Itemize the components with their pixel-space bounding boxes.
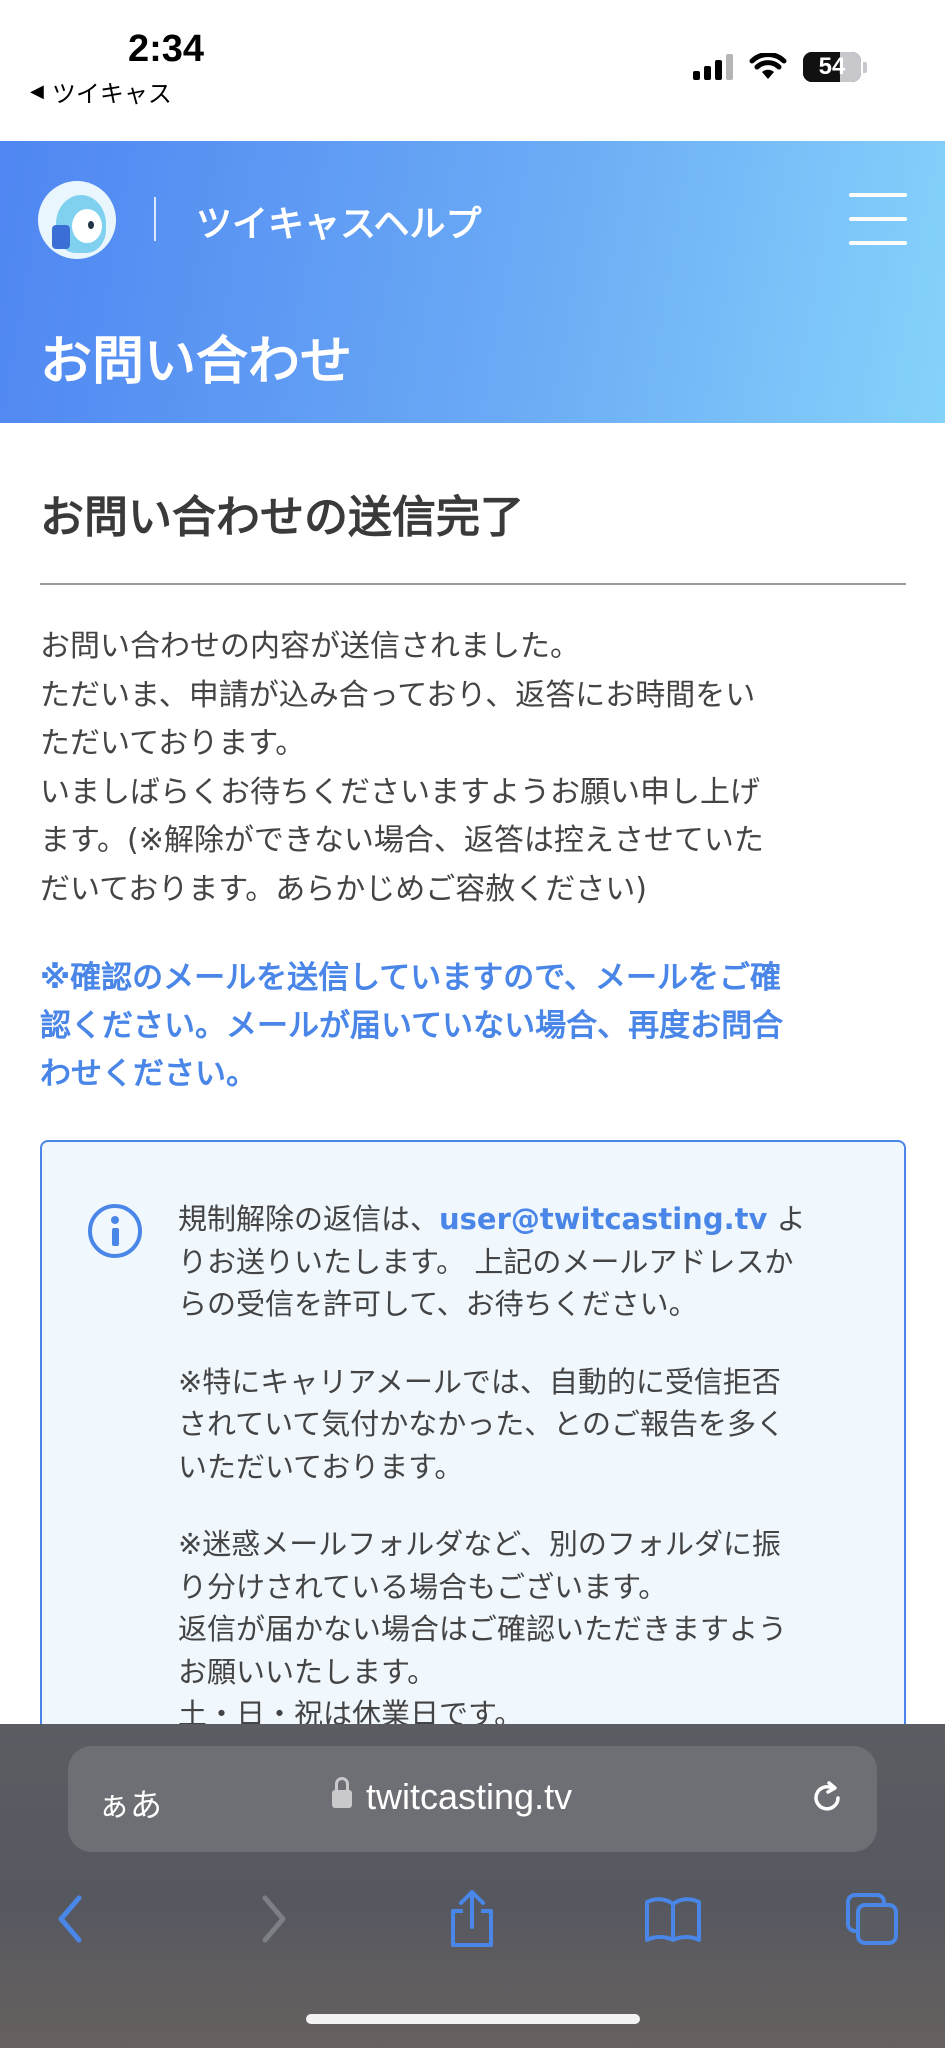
- notice-line: 認ください。メールが届いていない場合、再度お問合: [40, 1008, 784, 1044]
- back-triangle-icon: ◀: [30, 81, 44, 102]
- message-line: お問い合わせの内容が送信されました。: [40, 629, 580, 664]
- info-line: 規制解除の返信は、user@twitcasting.tv よ: [178, 1198, 878, 1241]
- info-line: されていて気付かなかった、とのご報告を多く: [178, 1407, 785, 1441]
- page-heading: お問い合わせ: [40, 332, 353, 392]
- wifi-icon: [749, 53, 787, 79]
- url-text[interactable]: twitcasting.tv: [366, 1776, 572, 1818]
- info-line-prefix: 規制解除の返信は、: [178, 1202, 440, 1236]
- battery-level: 54: [818, 53, 846, 80]
- info-line: 返信が届かない場合はご確認いただきますよう: [178, 1612, 788, 1646]
- info-text: 規制解除の返信は、user@twitcasting.tv よ りお送りいたします…: [178, 1198, 878, 1736]
- site-title[interactable]: ツイキャスヘルプ: [196, 195, 481, 247]
- info-line: いただいております。: [178, 1449, 464, 1484]
- message-line: ただいま、申請が込み合っており、返答にお時間をい: [40, 677, 756, 713]
- bookmarks-icon[interactable]: [643, 1884, 703, 1954]
- info-line: ※特にキャリアメールでは、自動的に受信拒否: [178, 1364, 781, 1399]
- home-indicator: [306, 2014, 640, 2024]
- info-line: らの受信を許可して、お待ちください。: [178, 1287, 698, 1321]
- back-app-label: ツイキャス: [51, 80, 172, 108]
- message-line: だいております。あらかじめご容赦ください): [40, 871, 647, 907]
- info-box: 規制解除の返信は、user@twitcasting.tv よ りお送りいたします…: [40, 1140, 906, 1740]
- status-time: 2:34: [128, 28, 205, 70]
- url-display[interactable]: twitcasting.tv: [332, 1776, 572, 1818]
- notice-line: わせください。: [40, 1056, 257, 1092]
- share-icon[interactable]: [442, 1884, 502, 1954]
- message-line: いましばらくお待ちくださいますようお願い申し上げ: [40, 774, 760, 810]
- browser-bottom-bar: ぁあ twitcasting.tv: [0, 1724, 945, 2048]
- info-icon: [88, 1204, 142, 1258]
- main-content: お問い合わせの送信完了 お問い合わせの内容が送信されました。 ただいま、申請が込…: [40, 423, 906, 1098]
- message-line: ます。(※解除ができない場合、返答は控えさせていた: [40, 823, 764, 858]
- email-notice: ※確認のメールを送信していますので、メールをご確 認ください。メールが届いていな…: [40, 954, 906, 1098]
- message-line: ただいております。: [40, 726, 306, 761]
- info-line: り分けされている場合もございます。: [178, 1569, 668, 1604]
- info-line-suffix: よ: [767, 1202, 806, 1236]
- lock-icon: [332, 1777, 352, 1808]
- reload-icon[interactable]: [807, 1778, 847, 1818]
- back-to-app-button[interactable]: ◀ ツイキャス: [30, 74, 172, 109]
- info-line: ※迷惑メールフォルダなど、別のフォルダに振: [178, 1527, 781, 1561]
- text-size-button[interactable]: ぁあ: [98, 1780, 162, 1826]
- hamburger-menu-icon[interactable]: [849, 193, 907, 245]
- signal-icon: [693, 54, 733, 80]
- tabs-icon[interactable]: [842, 1884, 902, 1954]
- info-line: お願いいたします。: [178, 1654, 437, 1689]
- header-divider: [154, 197, 156, 241]
- section-title: お問い合わせの送信完了: [40, 492, 524, 543]
- status-icons: 54: [693, 52, 867, 82]
- address-bar[interactable]: ぁあ twitcasting.tv: [68, 1746, 877, 1852]
- status-bar: 2:34 ◀ ツイキャス 54: [0, 0, 945, 141]
- back-icon[interactable]: [40, 1884, 100, 1954]
- forward-icon[interactable]: [244, 1884, 304, 1954]
- notice-line: ※確認のメールを送信していますので、メールをご確: [40, 960, 781, 996]
- battery-icon: 54: [803, 52, 861, 82]
- info-line: りお送りいたします。 上記のメールアドレスか: [178, 1244, 794, 1279]
- support-email-link[interactable]: user@twitcasting.tv: [439, 1202, 767, 1236]
- divider: [40, 583, 906, 585]
- site-header: ツイキャスヘルプ お問い合わせ: [0, 141, 945, 423]
- twitcasting-logo[interactable]: [38, 181, 116, 259]
- browser-toolbar: [0, 1884, 945, 1984]
- confirmation-message: お問い合わせの内容が送信されました。 ただいま、申請が込み合っており、返答にお時…: [40, 623, 906, 914]
